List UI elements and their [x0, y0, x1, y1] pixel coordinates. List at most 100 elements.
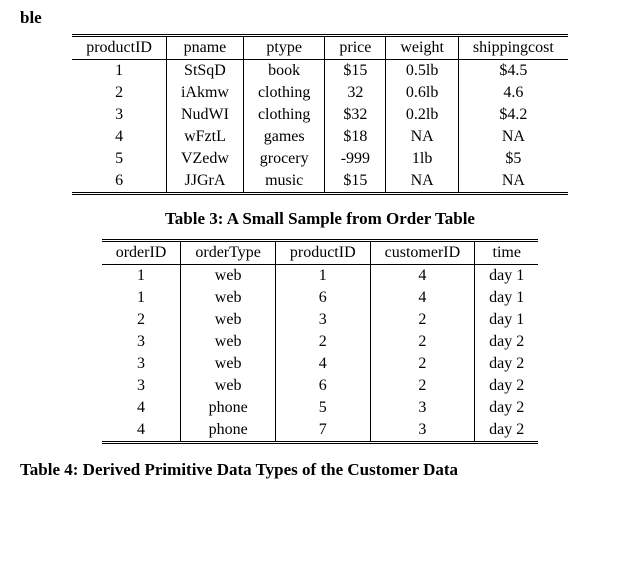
cell: 3 [102, 331, 181, 353]
cell: 4 [275, 353, 370, 375]
col-pname: pname [166, 36, 243, 60]
cell: 3 [275, 309, 370, 331]
table-row: 3web22day 2 [102, 331, 539, 353]
cell: $32 [325, 104, 386, 126]
cell: 4 [102, 397, 181, 419]
cell: 32 [325, 82, 386, 104]
table-row: 3web62day 2 [102, 375, 539, 397]
col-productid: productID [275, 241, 370, 265]
order-table-body: 1web14day 11web64day 12web32day 13web22d… [102, 265, 539, 443]
cell: 4 [102, 419, 181, 443]
cell: music [243, 170, 324, 194]
cell: 6 [72, 170, 166, 194]
cell: day 2 [475, 375, 539, 397]
cell: $18 [325, 126, 386, 148]
cell: $5 [458, 148, 567, 170]
col-ptype: ptype [243, 36, 324, 60]
col-shippingcost: shippingcost [458, 36, 567, 60]
cell: 4 [370, 265, 475, 288]
cell: web [181, 265, 276, 288]
cell: clothing [243, 82, 324, 104]
cell: day 1 [475, 309, 539, 331]
cell: $4.2 [458, 104, 567, 126]
cell: wFztL [166, 126, 243, 148]
cell: StSqD [166, 60, 243, 83]
col-ordertype: orderType [181, 241, 276, 265]
cell: 1 [72, 60, 166, 83]
cell: 2 [370, 353, 475, 375]
table-row: 6JJGrAmusic$15NANA [72, 170, 568, 194]
cell: NudWI [166, 104, 243, 126]
cell: 1 [102, 265, 181, 288]
cell: $15 [325, 60, 386, 83]
table-row: 1StSqDbook$150.5lb$4.5 [72, 60, 568, 83]
cell: iAkmw [166, 82, 243, 104]
cell: 0.6lb [386, 82, 459, 104]
cell: 3 [102, 375, 181, 397]
col-customerid: customerID [370, 241, 475, 265]
cell: -999 [325, 148, 386, 170]
cell: day 2 [475, 353, 539, 375]
table3-caption: Table 3: A Small Sample from Order Table [20, 209, 620, 229]
col-productid: productID [72, 36, 166, 60]
col-price: price [325, 36, 386, 60]
cell: web [181, 309, 276, 331]
cell: clothing [243, 104, 324, 126]
col-weight: weight [386, 36, 459, 60]
table-row: 5VZedwgrocery-9991lb$5 [72, 148, 568, 170]
cell: web [181, 375, 276, 397]
cell: 7 [275, 419, 370, 443]
cell: 3 [370, 397, 475, 419]
cell: $4.5 [458, 60, 567, 83]
table-header-row: productID pname ptype price weight shipp… [72, 36, 568, 60]
cell: 2 [72, 82, 166, 104]
cell: 6 [275, 287, 370, 309]
cell: games [243, 126, 324, 148]
cell: grocery [243, 148, 324, 170]
cell: web [181, 331, 276, 353]
table-header-row: orderID orderType productID customerID t… [102, 241, 539, 265]
table-row: 4wFztLgames$18NANA [72, 126, 568, 148]
cell: book [243, 60, 324, 83]
cell: 1 [102, 287, 181, 309]
cell: 2 [370, 331, 475, 353]
caption-fragment-top: ble [20, 8, 620, 28]
table-row: 3web42day 2 [102, 353, 539, 375]
caption-fragment-bottom: Table 4: Derived Primitive Data Types of… [20, 460, 620, 480]
cell: 4 [72, 126, 166, 148]
cell: 3 [370, 419, 475, 443]
table-row: 2web32day 1 [102, 309, 539, 331]
product-table: productID pname ptype price weight shipp… [72, 34, 568, 195]
cell: 6 [275, 375, 370, 397]
cell: day 2 [475, 397, 539, 419]
cell: day 1 [475, 265, 539, 288]
cell: day 2 [475, 331, 539, 353]
table-row: 1web64day 1 [102, 287, 539, 309]
cell: 3 [72, 104, 166, 126]
cell: NA [458, 170, 567, 194]
col-time: time [475, 241, 539, 265]
table-row: 2iAkmwclothing320.6lb4.6 [72, 82, 568, 104]
cell: phone [181, 419, 276, 443]
cell: day 1 [475, 287, 539, 309]
cell: web [181, 287, 276, 309]
table-row: 1web14day 1 [102, 265, 539, 288]
cell: 4 [370, 287, 475, 309]
cell: 2 [275, 331, 370, 353]
cell: VZedw [166, 148, 243, 170]
cell: 2 [370, 309, 475, 331]
cell: phone [181, 397, 276, 419]
cell: 0.2lb [386, 104, 459, 126]
cell: NA [386, 170, 459, 194]
cell: 3 [102, 353, 181, 375]
cell: 2 [102, 309, 181, 331]
cell: day 2 [475, 419, 539, 443]
cell: NA [458, 126, 567, 148]
col-orderid: orderID [102, 241, 181, 265]
table-row: 3NudWIclothing$320.2lb$4.2 [72, 104, 568, 126]
cell: 1lb [386, 148, 459, 170]
cell: 5 [72, 148, 166, 170]
order-table: orderID orderType productID customerID t… [102, 239, 539, 444]
cell: 4.6 [458, 82, 567, 104]
cell: $15 [325, 170, 386, 194]
